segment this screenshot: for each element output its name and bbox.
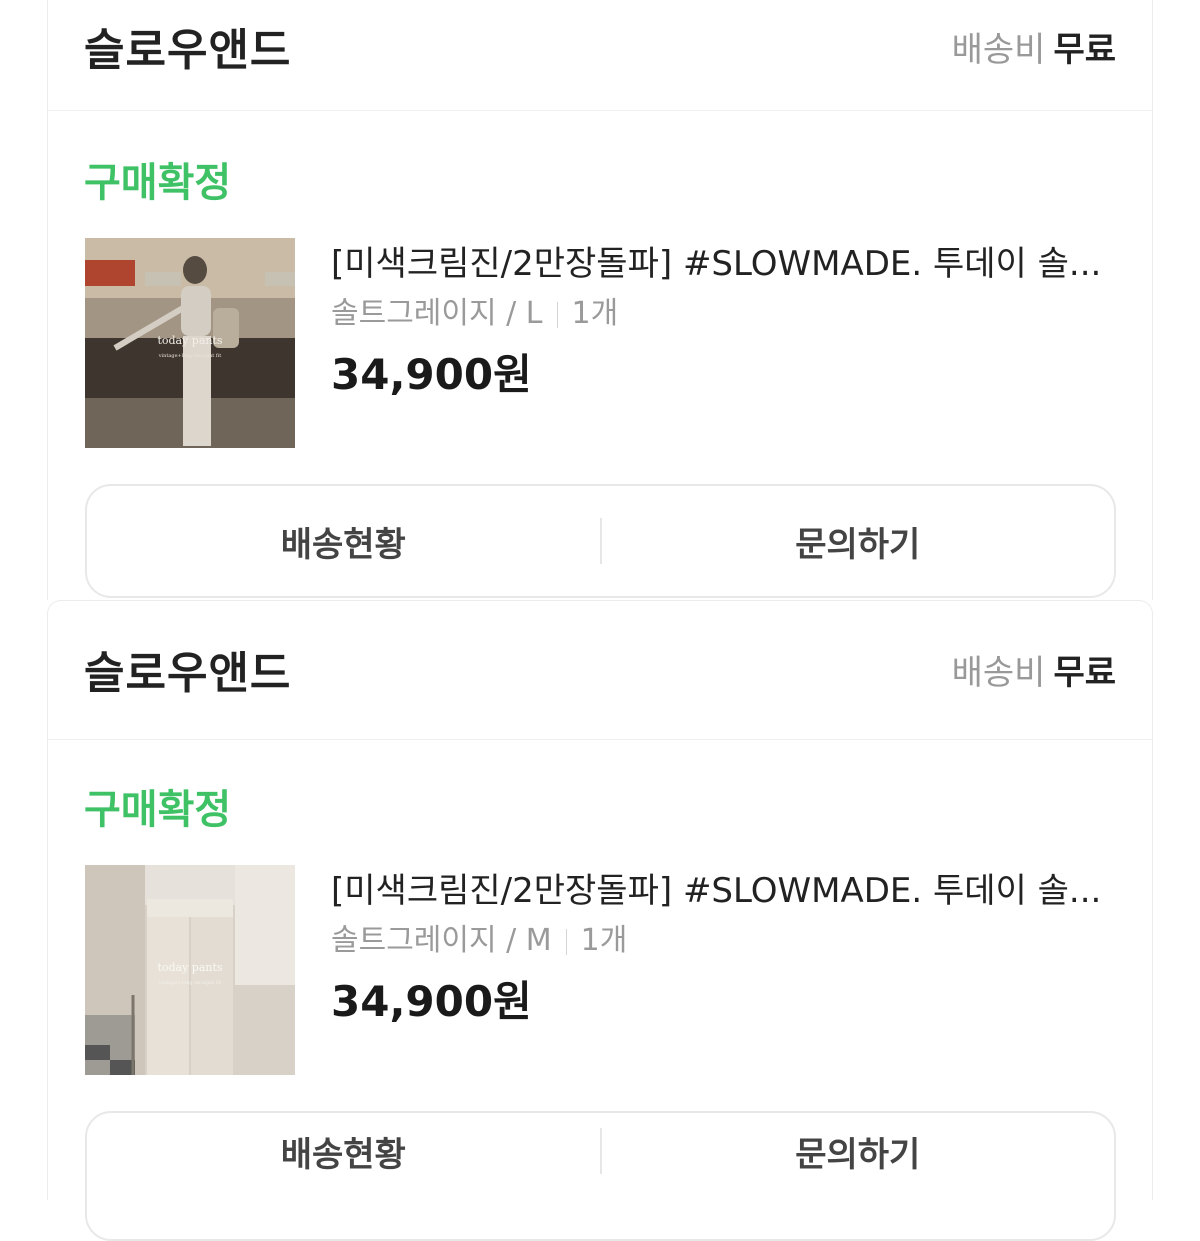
order-actions: 배송현황 문의하기 — [85, 1111, 1116, 1241]
store-name[interactable]: 슬로우앤드 — [84, 14, 291, 78]
product-thumbnail[interactable]: today pants vintage+long straight fit — [85, 238, 295, 448]
track-delivery-button[interactable]: 배송현황 — [87, 517, 600, 566]
product-price: 34,900원 — [331, 350, 532, 399]
quantity: 1개 — [571, 296, 619, 331]
shipping-label: 배송비 — [951, 653, 1046, 693]
track-delivery-button[interactable]: 배송현황 — [87, 1127, 600, 1176]
product-name[interactable]: [미색크림진/2만장돌파] #SLOWMADE. 투데이 솔... — [331, 867, 1116, 915]
inquiry-button[interactable]: 문의하기 — [602, 517, 1115, 566]
order-header: 슬로우앤드 배송비 무료 — [48, 0, 1152, 111]
product-info: [미색크림진/2만장돌파] #SLOWMADE. 투데이 솔... 솔트그레이지… — [331, 867, 1116, 1027]
order-status: 구매확정 — [84, 787, 232, 833]
shipping-label: 배송비 — [951, 30, 1046, 70]
quantity: 1개 — [580, 923, 628, 958]
order-status: 구매확정 — [84, 160, 232, 206]
product-thumbnail[interactable]: today pants vintage+long straight fit — [85, 865, 295, 1075]
option-divider — [556, 301, 558, 328]
thumbnail-caption: today pants — [157, 334, 222, 347]
product-info: [미색크림진/2만장돌파] #SLOWMADE. 투데이 솔... 솔트그레이지… — [331, 240, 1116, 400]
option-value: 솔트그레이지 / L — [331, 296, 543, 331]
order-header: 슬로우앤드 배송비 무료 — [48, 623, 1152, 740]
shipping-info: 배송비 무료 — [952, 22, 1116, 71]
thumbnail-subcaption: vintage+long straight fit — [158, 980, 222, 986]
store-name[interactable]: 슬로우앤드 — [84, 637, 291, 701]
shipping-info: 배송비 무료 — [952, 645, 1116, 694]
order-actions: 배송현황 문의하기 — [85, 484, 1116, 598]
option-value: 솔트그레이지 / M — [331, 923, 552, 958]
product-option: 솔트그레이지 / M 1개 — [331, 919, 1116, 963]
inquiry-button[interactable]: 문의하기 — [602, 1127, 1115, 1176]
shipping-fee: 무료 — [1053, 30, 1116, 70]
thumbnail-subcaption: vintage+long straight fit — [158, 353, 222, 359]
product-name[interactable]: [미색크림진/2만장돌파] #SLOWMADE. 투데이 솔... — [331, 240, 1116, 288]
shipping-fee: 무료 — [1053, 653, 1116, 693]
thumbnail-caption: today pants — [157, 961, 222, 974]
order-card: 슬로우앤드 배송비 무료 구매확정 today pants vintage+lon… — [47, 0, 1153, 600]
order-card: 슬로우앤드 배송비 무료 구매확정 today pants vintage+lon… — [47, 600, 1153, 1241]
product-option: 솔트그레이지 / L 1개 — [331, 292, 1116, 336]
option-divider — [565, 928, 567, 955]
product-price: 34,900원 — [331, 977, 532, 1026]
